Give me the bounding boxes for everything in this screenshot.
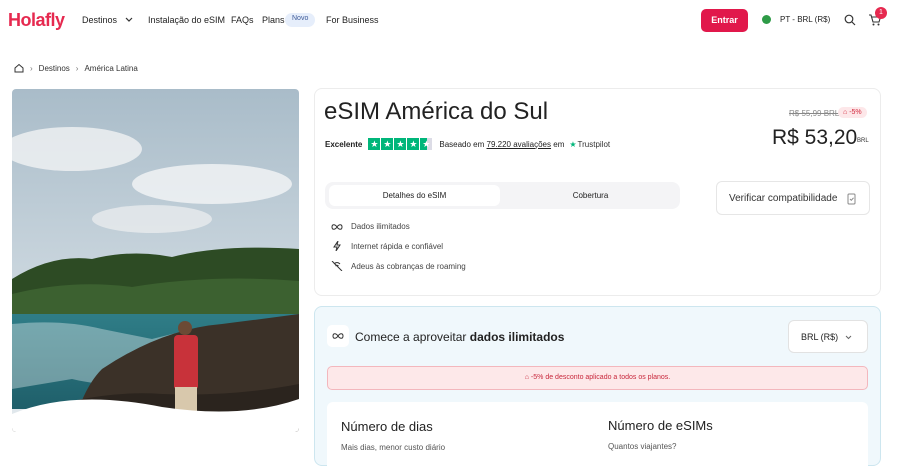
star-icon: ★ — [381, 138, 394, 150]
search-icon[interactable] — [844, 14, 856, 26]
lightning-icon — [333, 241, 341, 251]
star-icon: ★ — [368, 138, 381, 150]
phone-check-icon — [847, 193, 856, 205]
plan-heading-prefix: Comece a aproveitar — [355, 330, 467, 344]
discount-banner-text: -5% de desconto aplicado a todos os plan… — [530, 374, 671, 381]
currency-value: BRL (R$) — [801, 332, 839, 342]
language-selector[interactable]: PT - BRL (R$) — [780, 15, 830, 24]
entrar-button[interactable]: Entrar — [701, 9, 748, 32]
feature-label: Adeus às cobranças de roaming — [351, 261, 466, 271]
days-subtitle: Mais dias, menor custo diário — [341, 443, 446, 452]
infinity-icon-box — [327, 325, 349, 347]
verify-label: Verificar compatibilidade — [729, 193, 838, 204]
em-label: em — [553, 139, 565, 149]
discount-badge: ⌂ -5% — [838, 107, 867, 118]
breadcrumb-destinos[interactable]: Destinos — [39, 64, 70, 73]
home-icon[interactable] — [14, 63, 24, 73]
feature-label: Dados ilimitados — [351, 222, 410, 231]
tab-details[interactable]: Detalhes do eSIM — [329, 185, 500, 206]
feature-item: Adeus às cobranças de roaming — [331, 261, 466, 271]
hero-image — [12, 89, 299, 432]
rating-word: Excelente — [325, 139, 363, 149]
top-nav: Holafly Destinos Instalação do eSIM FAQs… — [0, 0, 900, 40]
reviews-link[interactable]: 79.220 avaliações — [487, 140, 552, 149]
nav-plans[interactable]: Plans — [262, 15, 285, 25]
rating-stars: ★ ★ ★ ★ ★ — [368, 138, 433, 150]
based-on-label: Baseado em — [439, 139, 485, 149]
infinity-icon — [332, 333, 344, 339]
nav-instalacao[interactable]: Instalação do eSIM — [148, 15, 225, 25]
verify-compatibility-button[interactable]: Verificar compatibilidade — [716, 181, 870, 215]
chevron-down-icon — [845, 335, 852, 340]
trustpilot-rating[interactable]: Excelente ★ ★ ★ ★ ★ Baseado em 79.220 av… — [325, 138, 610, 150]
chevron-right-icon: › — [75, 63, 79, 73]
discount-text: -5% — [849, 109, 862, 116]
plan-heading: Comece a aproveitar dados ilimitados — [355, 330, 564, 344]
chevron-right-icon: › — [30, 63, 33, 73]
cart-count-badge: 1 — [875, 7, 887, 19]
half-star-icon: ★ — [420, 138, 433, 150]
product-title: eSIM América do Sul — [324, 98, 549, 125]
infinity-icon — [331, 223, 343, 230]
nav-business[interactable]: For Business — [326, 15, 379, 25]
breadcrumb-region: América Latina — [84, 63, 138, 73]
esims-title: Número de eSIMs — [608, 418, 713, 433]
currency-select[interactable]: BRL (R$) — [788, 320, 868, 353]
novo-badge: Novo — [285, 13, 316, 27]
feature-item: Dados ilimitados — [331, 222, 410, 231]
star-icon: ★ — [394, 138, 407, 150]
discount-banner: ⌂ -5% de desconto aplicado a todos os pl… — [327, 366, 868, 390]
plan-heading-bold: dados ilimitados — [469, 330, 565, 344]
brazil-flag-icon — [762, 15, 771, 24]
chevron-down-icon[interactable] — [125, 17, 133, 23]
nav-faqs[interactable]: FAQs — [231, 15, 254, 25]
breadcrumb: › Destinos › América Latina — [14, 63, 138, 73]
feature-label: Internet rápida e confiável — [351, 241, 444, 251]
price: R$ 53,20 — [772, 126, 858, 149]
trustpilot-star-icon: ★ — [569, 139, 577, 149]
tab-coverage[interactable]: Cobertura — [505, 185, 676, 206]
nav-destinos[interactable]: Destinos — [82, 15, 117, 25]
feature-item: Internet rápida e confiável — [331, 241, 443, 251]
holafly-logo[interactable]: Holafly — [8, 10, 65, 31]
plan-options-panel — [327, 402, 868, 472]
days-title: Número de dias — [341, 419, 433, 434]
old-price: R$ 55,99 BRL — [789, 109, 840, 118]
star-icon: ★ — [407, 138, 420, 150]
esims-subtitle: Quantos viajantes? — [608, 442, 677, 451]
trustpilot-logo: Trustpilot — [577, 139, 611, 149]
price-currency: BRL — [857, 138, 869, 144]
no-roaming-icon — [331, 261, 343, 271]
